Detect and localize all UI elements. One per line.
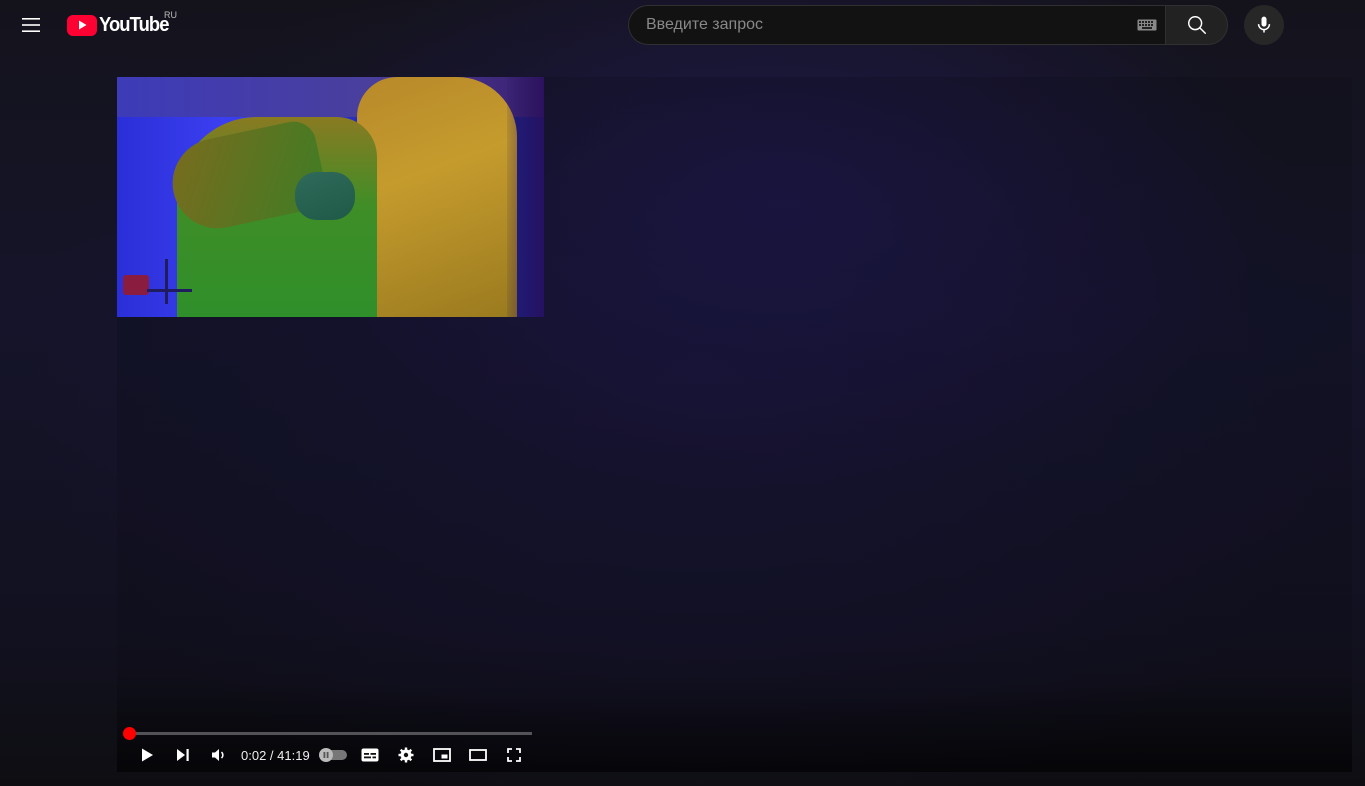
speaker-icon — [212, 749, 224, 761]
autoplay-toggle[interactable] — [316, 737, 352, 773]
youtube-logo[interactable]: YouTube RU — [67, 10, 177, 37]
fullscreen-icon — [506, 748, 521, 762]
subtitles-icon — [361, 748, 379, 762]
search-button[interactable] — [1165, 5, 1228, 45]
video-frame[interactable] — [117, 77, 544, 317]
video-player[interactable]: 0:02 / 41:19 — [117, 77, 1352, 772]
masthead: YouTube RU — [0, 0, 1365, 50]
microphone-icon — [1257, 16, 1271, 33]
time-total: 41:19 — [277, 747, 310, 763]
volume-button[interactable] — [201, 737, 237, 773]
theater-icon — [468, 749, 487, 761]
progress-bar[interactable] — [123, 727, 532, 740]
miniplayer-button[interactable] — [424, 737, 460, 773]
miniplayer-icon — [432, 748, 451, 762]
keyboard-icon[interactable] — [1129, 6, 1165, 44]
time-separator: / — [266, 747, 278, 763]
next-button[interactable] — [165, 737, 201, 773]
guide-menu-button[interactable] — [14, 8, 48, 42]
logo-text: YouTube — [99, 13, 169, 36]
settings-button[interactable] — [388, 737, 424, 773]
time-display: 0:02 / 41:19 — [241, 748, 310, 763]
hamburger-menu-icon — [22, 18, 40, 32]
subtitles-button[interactable] — [352, 737, 388, 773]
youtube-play-icon — [67, 14, 97, 36]
magnifier-icon — [1187, 16, 1206, 34]
gear-icon — [398, 747, 414, 763]
time-current: 0:02 — [241, 747, 267, 763]
pause-icon — [318, 748, 333, 762]
fullscreen-button[interactable] — [496, 737, 532, 773]
search-input[interactable] — [646, 16, 1129, 34]
play-button[interactable] — [129, 737, 165, 773]
play-icon — [142, 748, 153, 762]
logo-country-code: RU — [164, 10, 177, 20]
player-controls: 0:02 / 41:19 — [129, 737, 532, 773]
theater-mode-button[interactable] — [460, 737, 496, 773]
next-track-icon — [177, 749, 189, 761]
voice-search-button[interactable] — [1244, 5, 1284, 45]
search-box — [628, 5, 1165, 45]
